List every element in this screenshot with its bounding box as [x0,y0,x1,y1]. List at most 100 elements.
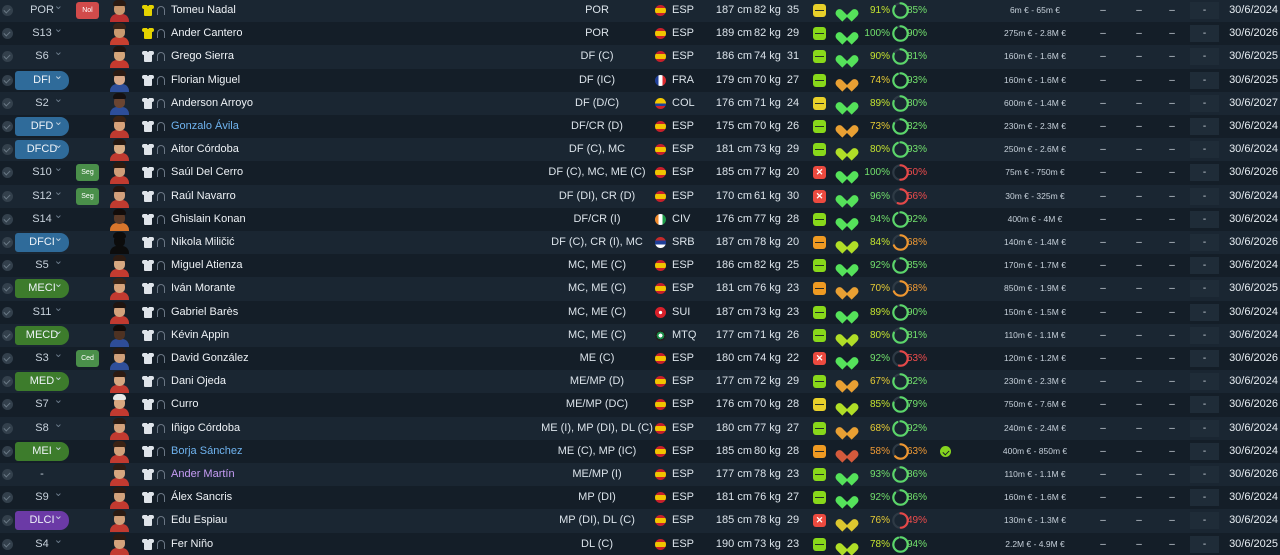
player-name-link[interactable]: Fer Niño [171,533,213,555]
squad-position-dropdown[interactable]: S10 [15,159,69,182]
squad-position-dropdown[interactable]: S12 [15,183,69,206]
player-name-link[interactable]: Grego Sierra [171,45,234,68]
contract-expiry-date: 30/6/2026 [1229,468,1278,480]
squad-position-dropdown[interactable]: S9 [15,484,69,507]
select-checkbox[interactable] [2,515,13,527]
squad-position-dropdown[interactable]: S13 [15,20,69,43]
player-name-link[interactable]: Edu Espiau [171,509,227,532]
select-checkbox[interactable] [2,28,13,40]
select-checkbox[interactable] [2,306,13,318]
squad-position-dropdown[interactable]: MEI [15,438,69,461]
player-row[interactable]: S8Iñigo CórdobaME (I), MP (DI), DL (C)ES… [0,415,1280,440]
player-name-link[interactable]: Curro [171,393,199,416]
select-checkbox[interactable] [2,121,13,132]
select-checkbox[interactable] [2,399,13,411]
player-row[interactable]: DFCDAitor CórdobaDF (C), MCESP181 cm73 k… [0,136,1280,162]
player-name-link[interactable]: Miguel Atienza [171,254,243,277]
player-row[interactable]: S12SegRaúl NavarroDF (DI), CR (D)ESP170 … [0,183,1280,208]
player-row[interactable]: - Ander Martín ME/MP (I) ESP 177 cm 78 kg 23—9… [0,463,1280,487]
player-name-link[interactable]: Iñigo Córdoba [171,417,240,440]
select-checkbox[interactable] [2,213,13,225]
select-checkbox[interactable] [2,167,13,179]
player-name-link[interactable]: Saúl Del Cerro [171,161,243,184]
player-row[interactable]: S5Miguel AtienzaMC, ME (C)ESP186 cm82 kg… [0,252,1280,278]
player-name-link[interactable]: Dani Ojeda [171,370,226,393]
squad-position-dropdown[interactable]: MECD [15,322,69,345]
player-row[interactable]: S2Anderson ArroyoDF (D/C)COL176 cm71 kg2… [0,90,1280,115]
select-checkbox[interactable] [2,492,13,504]
squad-position-dropdown[interactable]: POR [15,0,69,20]
player-row[interactable]: DFIFlorian MiguelDF (IC)FRA179 cm70 kg27… [0,67,1280,92]
player-row[interactable]: S3CedDavid GonzálezME (C)ESP180 cm74 kg2… [0,345,1280,371]
squad-position-dropdown[interactable]: MECI [15,275,69,299]
select-checkbox[interactable] [2,376,13,388]
player-name-link[interactable]: Raúl Navarro [171,185,236,208]
squad-position-dropdown[interactable]: DFCI [15,229,69,252]
select-checkbox[interactable] [2,353,13,364]
squad-position-dropdown[interactable]: S3 [15,345,69,368]
squad-position-dropdown[interactable]: DLCI [15,507,69,531]
player-row[interactable]: S9Álex SancrisMP (DI)ESP181 cm76 kg27—92… [0,484,1280,510]
player-row[interactable]: S14Ghislain KonanDF/CR (I)CIV176 cm77 kg… [0,206,1280,231]
player-row[interactable]: MECDKévin AppinMC, ME (C)MTQ177 cm71 kg2… [0,322,1280,347]
squad-position-dropdown[interactable]: DFCD [15,136,69,160]
squad-position-dropdown[interactable]: S2 [15,90,69,113]
select-checkbox[interactable] [2,422,13,434]
squad-position-dropdown[interactable]: S11 [15,299,69,322]
player-name-link[interactable]: Álex Sancris [171,486,232,509]
player-row[interactable]: DFCINikola MiličićDF (C), CR (I), MCSRB1… [0,229,1280,255]
player-row[interactable]: DLCIEdu EspiauMP (DI), DL (C)ESP185 cm78… [0,507,1280,533]
select-checkbox[interactable] [2,329,13,341]
select-checkbox[interactable] [2,51,13,63]
player-name-link[interactable]: Ander Cantero [171,22,243,45]
select-checkbox[interactable] [2,74,13,86]
player-name-link[interactable]: Tomeu Nadal [171,0,236,22]
player-name-link[interactable]: Kévin Appin [171,324,229,347]
select-checkbox[interactable] [2,283,13,295]
weight-value: 77 kg [754,166,781,179]
squad-position-dropdown[interactable]: - [15,465,69,484]
nation-flag-icon [655,469,666,480]
player-row[interactable]: MEIBorja SánchezME (C), MP (IC)ESP185 cm… [0,438,1280,463]
player-name-link[interactable]: Gabriel Barès [171,301,238,324]
player-name-link[interactable]: Iván Morante [171,277,235,300]
transfer-value: 160m € - 1.6M € [1004,492,1066,503]
select-checkbox[interactable] [2,190,13,202]
squad-position-dropdown[interactable]: S7 [15,391,69,414]
player-row[interactable]: S7CurroME/MP (DC)ESP176 cm70 kg28—85%79%… [0,391,1280,417]
player-row[interactable]: S10SegSaúl Del CerroDF (C), MC, ME (C)ES… [0,159,1280,185]
player-name-link[interactable]: Ghislain Konan [171,208,246,231]
player-name-link[interactable]: Anderson Arroyo [171,92,253,115]
select-checkbox[interactable] [2,469,13,480]
select-checkbox[interactable] [2,97,13,109]
player-row[interactable]: MECIIván MoranteMC, ME (C)ESP181 cm76 kg… [0,275,1280,301]
squad-position-dropdown[interactable]: S5 [15,252,69,275]
player-name-link[interactable]: Florian Miguel [171,69,240,92]
player-row[interactable]: DFDGonzalo ÁvilaDF/CR (D)ESP175 cm70 kg2… [0,113,1280,139]
squad-position-dropdown[interactable]: DFD [15,113,69,136]
squad-position-dropdown[interactable]: S6 [15,43,69,66]
player-name-link[interactable]: David González [171,347,249,370]
player-row[interactable]: PORNolTomeu NadalPORESP187 cm82 kg35—91%… [0,0,1280,23]
squad-position-dropdown[interactable]: MED [15,368,69,392]
player-row[interactable]: S6Grego SierraDF (C)ESP186 cm74 kg31—90%… [0,43,1280,69]
player-row[interactable]: MEDDani OjedaME/MP (D)ESP177 cm72 kg29—6… [0,368,1280,394]
player-name-link[interactable]: Gonzalo Ávila [171,115,239,138]
squad-position-dropdown[interactable]: DFI [15,67,69,90]
select-checkbox[interactable] [2,260,13,272]
squad-position-dropdown[interactable]: S14 [15,206,69,229]
select-checkbox[interactable] [2,237,13,248]
player-name-link[interactable]: Nikola Miličić [171,231,235,254]
select-checkbox[interactable] [2,144,13,156]
squad-position-dropdown[interactable]: S4 [15,531,69,554]
player-name-link[interactable]: Aitor Córdoba [171,138,239,161]
player-row[interactable]: S13Ander CanteroPORESP189 cm82 kg29—100%… [0,20,1280,46]
select-checkbox[interactable] [2,538,13,550]
select-checkbox[interactable] [2,5,13,16]
squad-position-dropdown[interactable]: S8 [15,415,69,438]
select-checkbox[interactable] [2,445,13,457]
player-name-link[interactable]: Ander Martín [171,463,235,486]
player-row[interactable]: S11Gabriel BarèsMC, ME (C)SUI187 cm73 kg… [0,299,1280,324]
player-name-link[interactable]: Borja Sánchez [171,440,243,463]
player-row[interactable]: S4Fer NiñoDL (C)ESP190 cm73 kg23—78%94%2… [0,531,1280,555]
